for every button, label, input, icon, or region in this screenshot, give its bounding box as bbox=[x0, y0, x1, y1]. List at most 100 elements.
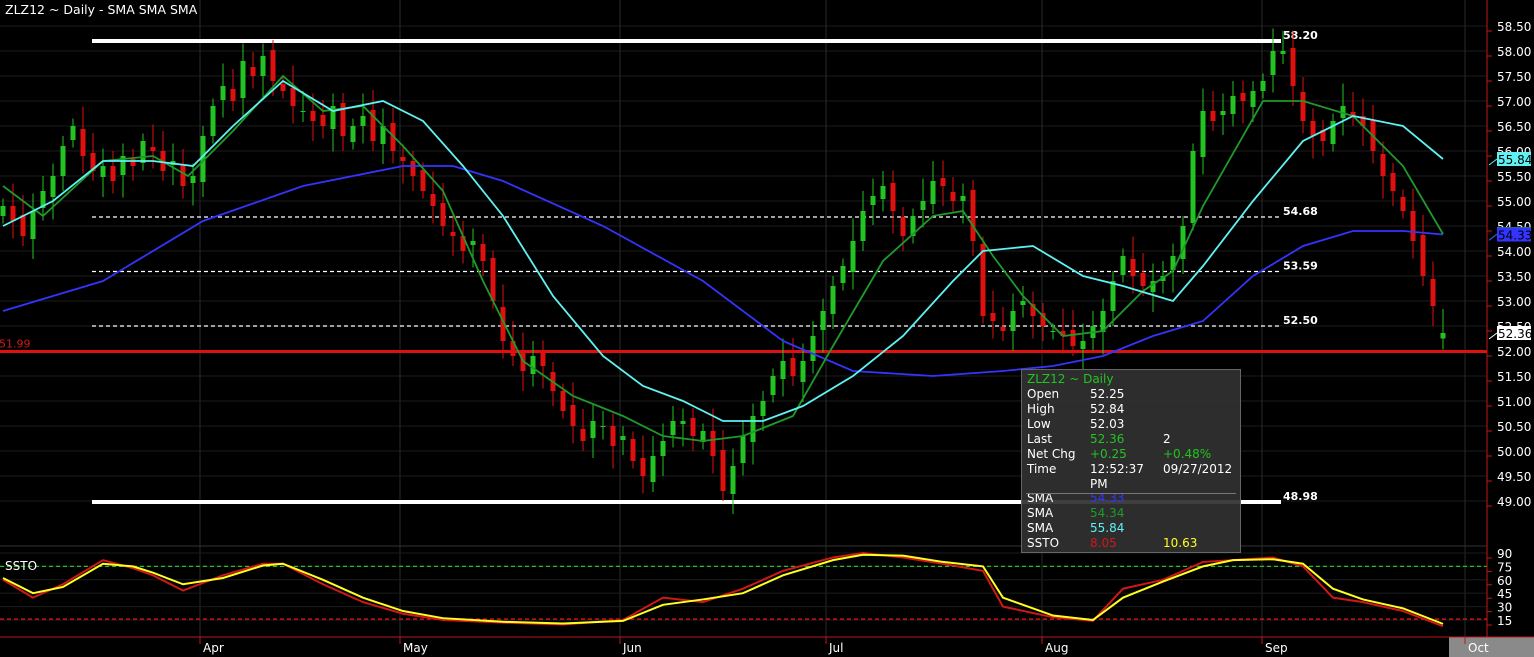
month-label: Jul bbox=[828, 641, 843, 655]
candle bbox=[710, 408, 716, 474]
candle-body bbox=[640, 458, 646, 476]
candle bbox=[990, 290, 996, 339]
candle-body bbox=[210, 106, 216, 136]
candle bbox=[460, 221, 466, 264]
candle-body bbox=[300, 111, 306, 112]
level-label: 52.50 bbox=[1283, 314, 1318, 327]
tooltip-label: Time bbox=[1027, 462, 1057, 476]
candle-body bbox=[410, 161, 416, 176]
price-tick-label: 58.50 bbox=[1497, 20, 1531, 34]
level-label: 54.68 bbox=[1283, 205, 1318, 218]
tooltip-v1: 55.84 bbox=[1090, 521, 1125, 535]
last-price-badge-text: 52.36 bbox=[1498, 327, 1532, 341]
candle bbox=[220, 63, 226, 118]
candle bbox=[1440, 309, 1446, 350]
candle bbox=[1400, 189, 1406, 219]
candle-body bbox=[580, 429, 586, 441]
ssto-tick-label: 60 bbox=[1497, 574, 1512, 588]
tooltip-v1: 52.84 bbox=[1090, 402, 1125, 416]
candle-body bbox=[950, 192, 956, 201]
ssto-tick-label: 90 bbox=[1497, 547, 1512, 561]
candle bbox=[340, 93, 346, 151]
candle bbox=[610, 413, 616, 469]
price-tick-label: 57.50 bbox=[1497, 70, 1531, 84]
candle-body bbox=[1250, 91, 1256, 107]
candle-body bbox=[650, 456, 656, 482]
candle-body bbox=[270, 50, 276, 81]
candle-body bbox=[760, 401, 766, 416]
candle bbox=[1090, 311, 1096, 351]
tooltip-row: SMA 55.84 bbox=[1027, 521, 1124, 536]
candle bbox=[1260, 73, 1266, 99]
candle-body bbox=[10, 206, 16, 221]
candle bbox=[840, 258, 846, 291]
price-tick-label: 50.00 bbox=[1497, 445, 1531, 459]
candle bbox=[720, 430, 726, 501]
candle-body bbox=[1120, 256, 1126, 275]
tooltip-label: Net Chg bbox=[1027, 447, 1076, 461]
ssto-title: SSTO bbox=[5, 559, 37, 573]
candle bbox=[920, 178, 926, 228]
candle bbox=[90, 133, 96, 181]
tooltip-v2: +0.48% bbox=[1163, 447, 1212, 461]
candle-body bbox=[80, 129, 86, 156]
candle bbox=[1070, 310, 1076, 356]
candle bbox=[690, 408, 696, 451]
candle-body bbox=[820, 311, 826, 330]
candle bbox=[660, 423, 666, 476]
data-tooltip: ZLZ12 ~ Daily Open 52.25 High 52.84 Low 52.03… bbox=[1021, 369, 1241, 553]
ssto-line bbox=[2, 551, 1444, 628]
candle bbox=[1120, 248, 1126, 283]
candle bbox=[1240, 80, 1246, 124]
candle-body bbox=[400, 157, 406, 161]
candle bbox=[280, 76, 286, 99]
candle-body bbox=[930, 181, 936, 204]
candle bbox=[1360, 98, 1366, 146]
candle-body bbox=[190, 176, 196, 183]
candle-body bbox=[710, 431, 716, 456]
candle bbox=[380, 108, 386, 164]
candle-body bbox=[130, 159, 136, 166]
month-label: Aug bbox=[1045, 641, 1068, 655]
support-label: 51.99 bbox=[0, 338, 31, 351]
ssto-tick-label: 75 bbox=[1497, 560, 1512, 574]
candle-body bbox=[870, 196, 876, 205]
candle bbox=[970, 180, 976, 256]
candle bbox=[1000, 307, 1006, 341]
time-axis-bg bbox=[0, 640, 1534, 657]
candle bbox=[770, 368, 776, 403]
candle-body bbox=[1200, 111, 1206, 157]
candle-body bbox=[800, 361, 806, 382]
candle bbox=[1100, 298, 1106, 355]
candle-body bbox=[360, 116, 366, 126]
candle bbox=[330, 93, 336, 152]
candle bbox=[700, 423, 706, 450]
tooltip-v1: +0.25 bbox=[1090, 447, 1127, 461]
candle-body bbox=[940, 178, 946, 186]
tooltip-label: High bbox=[1027, 402, 1055, 416]
candle bbox=[70, 118, 76, 148]
candle-body bbox=[900, 217, 906, 236]
tooltip-label: SMA bbox=[1027, 506, 1054, 520]
candle-body bbox=[620, 436, 626, 440]
tooltip-v2: 2 bbox=[1163, 432, 1171, 446]
level-label: 53.59 bbox=[1283, 260, 1318, 273]
price-tick-label: 58.00 bbox=[1497, 45, 1531, 59]
candle bbox=[450, 214, 456, 256]
tooltip-row: Time 12:52:37 PM 09/27/2012 bbox=[1027, 462, 1232, 491]
candle-body bbox=[680, 421, 686, 424]
price-tick-label: 49.00 bbox=[1497, 495, 1531, 509]
candle bbox=[1130, 236, 1136, 294]
candle bbox=[370, 90, 376, 151]
price-tick-label: 55.00 bbox=[1497, 195, 1531, 209]
candle-body bbox=[1020, 301, 1026, 305]
candle bbox=[670, 406, 676, 448]
price-chart[interactable]: 58.20 54.68 53.59 52.50 48.98 51.99 58.50 58.0… bbox=[0, 0, 1534, 657]
tooltip-row: Net Chg +0.25 +0.48% bbox=[1027, 447, 1211, 462]
level-label: 58.20 bbox=[1283, 29, 1318, 42]
candle bbox=[1150, 263, 1156, 312]
candle bbox=[580, 409, 586, 451]
chart-title: ZLZ12 ~ Daily - SMA SMA SMA bbox=[5, 2, 198, 17]
month-label: Jun bbox=[622, 641, 642, 655]
candle bbox=[880, 171, 886, 212]
